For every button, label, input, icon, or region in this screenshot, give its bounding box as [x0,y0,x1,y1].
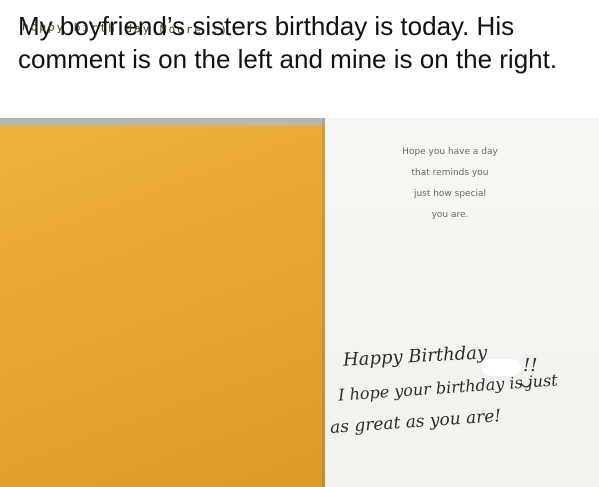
printed-line: you are. [431,210,469,220]
post-caption: My boyfriend’s sisters birthday is today… [18,11,558,74]
printed-message: Hope you have a day that reminds you jus… [380,142,520,226]
printed-line: Hope you have a day [402,147,498,157]
card-fold [322,118,327,487]
printed-line: that reminds you [411,168,489,178]
printed-line: just how special [413,189,487,199]
card-left-panel [0,126,325,487]
